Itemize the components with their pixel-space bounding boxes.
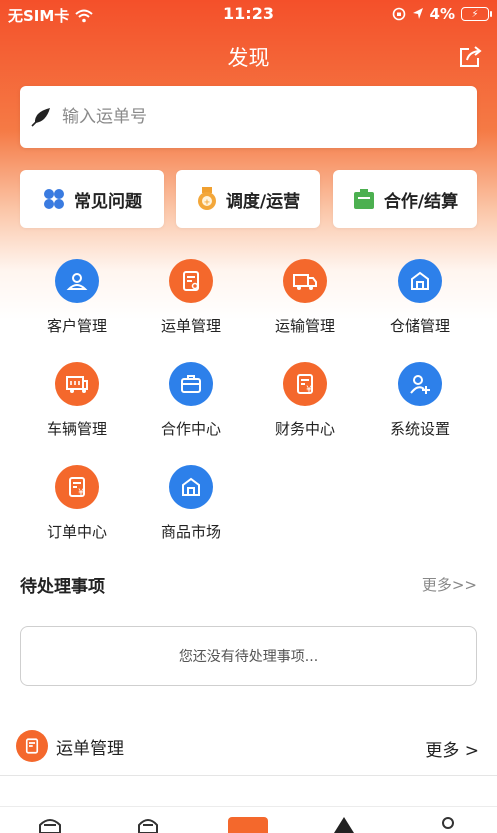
- waybill-more-link[interactable]: 更多 >: [425, 736, 479, 761]
- grid-label: 系统设置: [389, 420, 450, 438]
- grid-item-cooperation[interactable]: 合作中心: [136, 362, 246, 439]
- dispatch-label: 调度/运营: [225, 191, 301, 212]
- grid-item-waybill[interactable]: 运单管理: [136, 259, 246, 336]
- svg-text:+: +: [204, 198, 211, 207]
- battery-percent: 4%: [429, 5, 455, 23]
- discover-tab-icon: [228, 817, 268, 833]
- waybill-section-icon: [16, 730, 48, 762]
- briefcase-icon: [169, 362, 213, 406]
- pending-empty-text: 您还没有待处理事项...: [178, 649, 319, 665]
- grid-item-customer[interactable]: 客户管理: [22, 259, 132, 336]
- section-divider: [0, 775, 497, 776]
- tab-discover[interactable]: [228, 811, 268, 833]
- waybill-section-title: 运单管理: [56, 738, 124, 759]
- dispatch-button[interactable]: + 调度/运营: [176, 170, 320, 228]
- grid-item-settings[interactable]: 系统设置: [365, 362, 475, 439]
- pending-title: 待处理事项: [20, 577, 105, 597]
- tab-transport[interactable]: [128, 811, 168, 833]
- waybill-section-header: 运单管理: [16, 730, 124, 762]
- faq-button[interactable]: 常见问题: [20, 170, 164, 228]
- grid-label: 运输管理: [274, 317, 335, 335]
- grid-label: 车辆管理: [46, 420, 107, 438]
- tab-profile[interactable]: [428, 811, 468, 833]
- truck-icon: [283, 259, 327, 303]
- grid-item-finance[interactable]: ¥ 财务中心: [250, 362, 360, 439]
- truck-tab-icon: [138, 819, 158, 833]
- grid-label: 合作中心: [160, 420, 221, 438]
- profile-tab-icon: [442, 817, 454, 829]
- message-tab-icon: [334, 817, 354, 833]
- tab-home[interactable]: [30, 811, 70, 833]
- grid-label: 客户管理: [46, 317, 107, 335]
- settlement-label: 合作/结算: [383, 191, 459, 212]
- search-box[interactable]: [20, 86, 477, 148]
- grid-label: 仓储管理: [389, 317, 450, 335]
- warehouse-icon: [398, 259, 442, 303]
- grid-label: 财务中心: [274, 420, 335, 438]
- page-title: 发现: [227, 46, 270, 70]
- feather-icon: [31, 108, 50, 127]
- pending-more-link[interactable]: 更多>>: [422, 574, 477, 595]
- battery-icon: ⚡: [461, 7, 492, 21]
- market-icon: [169, 465, 213, 509]
- vehicle-icon: [55, 362, 99, 406]
- faq-label: 常见问题: [74, 191, 142, 212]
- svg-text:¥: ¥: [78, 488, 84, 498]
- svg-text:¥: ¥: [306, 385, 312, 395]
- grid-label: 订单中心: [46, 523, 107, 541]
- settlement-button[interactable]: 合作/结算: [333, 170, 477, 228]
- finance-icon: ¥: [283, 362, 327, 406]
- customer-icon: [55, 259, 99, 303]
- grid-item-orders[interactable]: ¥ 订单中心: [22, 465, 132, 542]
- waybill-icon: [169, 259, 213, 303]
- orientation-lock-icon: [392, 7, 405, 21]
- grid-label: 商品市场: [160, 523, 221, 541]
- waybill-search-input[interactable]: [62, 107, 442, 127]
- grid-item-vehicle[interactable]: 车辆管理: [22, 362, 132, 439]
- grid-item-transport[interactable]: 运输管理: [250, 259, 360, 336]
- add-user-icon: [398, 362, 442, 406]
- tab-messages[interactable]: [324, 811, 364, 833]
- grid-label: 运单管理: [160, 317, 221, 335]
- battery-green-icon: [353, 189, 374, 209]
- order-icon: ¥: [55, 465, 99, 509]
- status-bar: 无SIM卡 11:23 4% ⚡: [0, 0, 497, 28]
- tab-bar: [0, 806, 497, 833]
- home-tab-icon: [39, 819, 61, 833]
- grid-item-warehouse[interactable]: 仓储管理: [365, 259, 475, 336]
- clover-icon: [44, 189, 64, 209]
- medal-icon: +: [197, 187, 216, 210]
- pending-empty-box: 您还没有待处理事项...: [20, 626, 477, 686]
- share-icon[interactable]: [457, 44, 483, 70]
- location-icon: [412, 8, 423, 19]
- status-right: 4% ⚡: [392, 5, 492, 23]
- grid-item-market[interactable]: 商品市场: [136, 465, 246, 542]
